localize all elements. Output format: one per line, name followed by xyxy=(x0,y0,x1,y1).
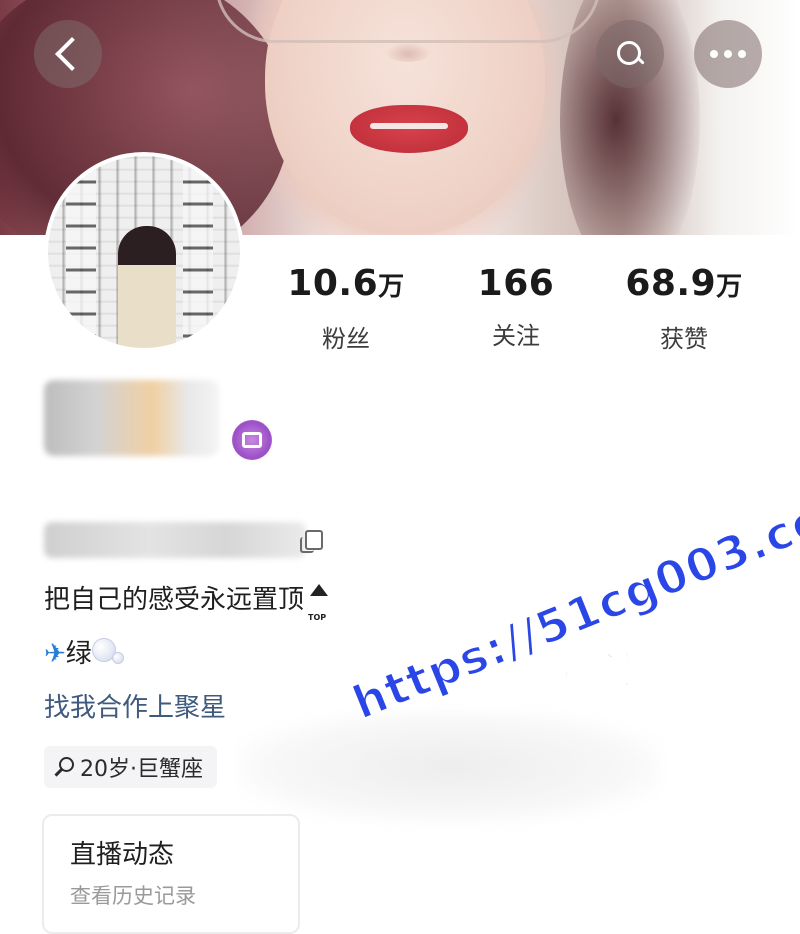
more-dots-icon xyxy=(710,50,746,58)
avatar[interactable] xyxy=(44,152,244,352)
stat-value: 10.6万 xyxy=(287,263,405,304)
airplane-icon: ✈ xyxy=(44,639,66,669)
stat-value: 166 xyxy=(477,263,555,304)
bubble-icon xyxy=(91,636,124,666)
bio-text: 绿 xyxy=(65,639,92,669)
stat-label: 关注 xyxy=(492,322,540,350)
cover-lips xyxy=(350,105,468,153)
pin-top-icon xyxy=(308,584,330,636)
bio-text: 把自己的感受永远置顶 xyxy=(44,585,305,615)
more-button[interactable] xyxy=(694,20,762,88)
stat-likes[interactable]: 68.9万 获赞 xyxy=(594,262,774,354)
info-tag[interactable]: 20岁·巨蟹座 xyxy=(44,746,217,788)
bio-link[interactable]: 找我合作上聚星 xyxy=(44,690,226,726)
live-card-title: 直播动态 xyxy=(70,840,175,870)
cover-nose xyxy=(385,42,431,62)
bio-line: ✈绿 xyxy=(44,636,124,672)
search-button[interactable] xyxy=(596,20,664,88)
creator-badge-icon[interactable] xyxy=(232,420,272,460)
stat-label: 粉丝 xyxy=(322,325,370,353)
tag-label: 20岁·巨蟹座 xyxy=(80,757,203,782)
username-blurred xyxy=(44,380,219,456)
live-card-subtitle: 查看历史记录 xyxy=(70,884,196,908)
user-id-blurred xyxy=(44,522,306,558)
avatar-scroll xyxy=(183,156,213,348)
blurred-area xyxy=(240,712,660,822)
stat-label: 获赞 xyxy=(660,325,708,353)
bio-line: 把自己的感受永远置顶 xyxy=(44,582,330,636)
stat-following[interactable]: 166 关注 xyxy=(426,262,606,351)
back-button[interactable] xyxy=(34,20,102,88)
watermark-url: https://51cg003.com xyxy=(344,472,800,731)
stat-fans[interactable]: 10.6万 粉丝 xyxy=(256,262,436,354)
search-icon xyxy=(617,41,643,67)
chevron-left-icon xyxy=(55,37,89,71)
avatar-scroll xyxy=(66,156,96,348)
live-history-card[interactable]: 直播动态 查看历史记录 xyxy=(42,814,300,934)
cover-glasses xyxy=(215,0,601,43)
copy-icon[interactable] xyxy=(300,530,323,553)
stat-value: 68.9万 xyxy=(625,263,743,304)
search-icon xyxy=(54,757,74,777)
avatar-figure xyxy=(118,226,176,348)
